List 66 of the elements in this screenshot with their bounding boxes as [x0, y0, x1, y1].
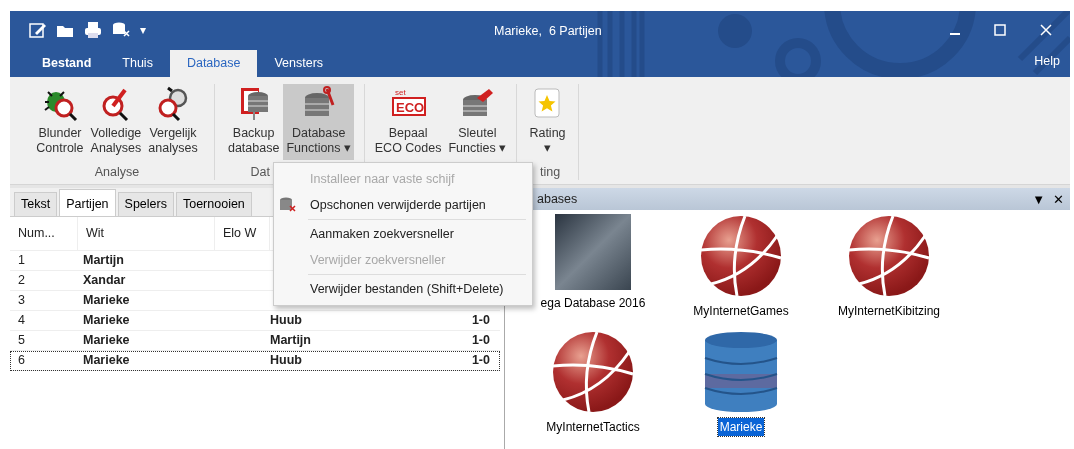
table-cell-text: 1: [17, 251, 26, 269]
panel-title: abases: [537, 190, 578, 208]
table-row[interactable]: 5 Marieke Martijn 1-0: [10, 330, 500, 351]
database-delete-icon[interactable]: [112, 20, 130, 39]
customize-button[interactable]: ▾: [140, 20, 146, 39]
panel-tab[interactable]: Toernooien: [175, 192, 252, 216]
close-button[interactable]: ✕: [1053, 192, 1064, 206]
help-link[interactable]: Help: [1034, 52, 1070, 77]
ribbon-button[interactable]: Blunder Controle: [33, 84, 87, 160]
panel-tab[interactable]: Tekst: [14, 192, 58, 216]
table-cell-text: 2: [17, 271, 26, 289]
table-cell-text: 3: [17, 291, 26, 309]
panel-tab[interactable]: Partijen: [59, 189, 116, 216]
ribbon-button[interactable]: Backup database: [224, 84, 283, 160]
table-cell-text: Marieke: [82, 351, 131, 369]
table-cell-text: Huub: [270, 311, 303, 329]
table-cell-text: 1-0: [470, 311, 490, 329]
minimize-icon: [950, 33, 960, 35]
printer-icon[interactable]: [84, 20, 102, 39]
item-label[interactable]: MyInternetGames: [691, 302, 791, 320]
table-cell-text: 5: [17, 331, 26, 349]
panel-tab[interactable]: Spelers: [117, 192, 174, 216]
menu-item[interactable]: Aanmaken zoekversneller: [274, 221, 532, 247]
item-label[interactable]: ega Database 2016: [538, 294, 648, 312]
column-header[interactable]: Num...: [10, 216, 78, 250]
maximize-icon: [994, 23, 1006, 36]
table-row[interactable]: 4 Marieke Huub 1-0: [10, 310, 500, 331]
close-icon: [1040, 23, 1052, 36]
table-cell-text: 6: [17, 351, 26, 369]
ribbon-button[interactable]: Rating ▾: [526, 84, 569, 160]
ribbon-tab[interactable]: Database: [169, 50, 258, 77]
table-cell-text: Marieke: [82, 331, 131, 349]
table-cell-text: 4: [17, 311, 26, 329]
table-cell-text: Martijn: [82, 251, 125, 269]
table-cell-text: 1-0: [470, 331, 490, 349]
globe-icon: [847, 214, 931, 298]
ribbon-tab[interactable]: Thuis: [105, 50, 170, 77]
table-row[interactable]: 6 Marieke Huub 1-0: [10, 350, 500, 371]
database-delete-icon: [279, 197, 297, 213]
edit-icon[interactable]: [28, 20, 46, 39]
group-label: Analyse: [94, 164, 140, 181]
table-cell-text: Xandar: [82, 271, 127, 289]
table-cell-text: Marieke: [82, 291, 131, 309]
ribbon-button[interactable]: Database Functions ▾: [283, 84, 355, 160]
ribbon-button[interactable]: set ECO Bepaal ECO Codes: [371, 84, 445, 160]
window-title: Marieke, 6 Partijen: [494, 23, 602, 40]
ribbon-tab[interactable]: Vensters: [257, 50, 341, 77]
dropdown-button[interactable]: ▼: [1032, 192, 1045, 206]
item-label[interactable]: MyInternetTactics: [544, 418, 642, 436]
globe-icon: [699, 214, 783, 298]
table-cell-text: Martijn: [270, 331, 312, 349]
group-label: ting: [540, 164, 561, 181]
file-menu-tab[interactable]: Bestand: [28, 50, 106, 77]
table-cell-text: 1-0: [470, 351, 490, 369]
column-header[interactable]: Elo W: [215, 216, 270, 250]
column-header[interactable]: Wit: [78, 216, 215, 250]
ribbon-button[interactable]: Vergelijk analyses: [145, 84, 201, 160]
globe-icon: [551, 330, 635, 414]
item-label[interactable]: Marieke: [717, 418, 765, 436]
ribbon-button[interactable]: Sleutel Functies ▾: [445, 84, 510, 160]
ribbon-button[interactable]: Volledige Analyses: [87, 84, 145, 160]
menu-item[interactable]: Opschonen verwijderde partijen: [274, 192, 532, 218]
item-label[interactable]: MyInternetKibitzing: [835, 302, 942, 320]
table-cell-text: Huub: [270, 351, 303, 369]
group-label: Dat: [250, 164, 270, 181]
table-cell-text: Marieke: [82, 311, 131, 329]
